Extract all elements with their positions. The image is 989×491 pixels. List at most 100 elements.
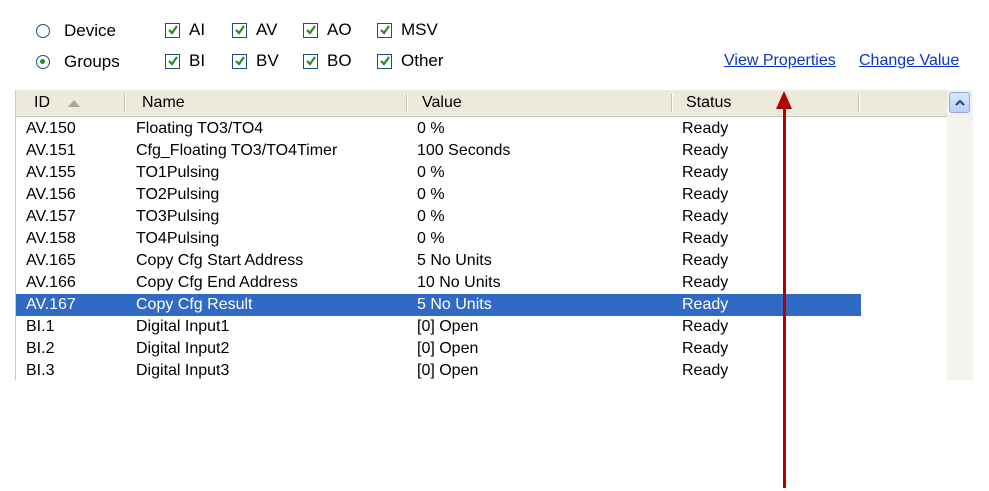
cell-name: TO3Pulsing bbox=[136, 208, 220, 225]
cell-status: Ready bbox=[682, 142, 729, 159]
column-header-status[interactable]: Status bbox=[682, 90, 856, 116]
cell-id: BI.2 bbox=[26, 340, 55, 357]
cell-value: [0] Open bbox=[417, 318, 479, 335]
cell-id: AV.157 bbox=[26, 208, 76, 225]
vertical-scrollbar[interactable] bbox=[947, 90, 973, 380]
chevron-up-icon bbox=[954, 99, 965, 106]
radio-groups[interactable]: Groups bbox=[36, 52, 120, 72]
cell-value: 100 Seconds bbox=[417, 142, 511, 159]
checkbox-bi[interactable]: BI bbox=[165, 51, 205, 71]
cell-name: Copy Cfg Start Address bbox=[136, 252, 304, 269]
cell-name: Copy Cfg Result bbox=[136, 296, 253, 313]
cell-status: Ready bbox=[682, 252, 729, 269]
annotation-arrow-head-icon bbox=[776, 91, 792, 109]
cell-name: Copy Cfg End Address bbox=[136, 274, 298, 291]
cell-status: Ready bbox=[682, 186, 729, 203]
column-label: ID bbox=[34, 94, 50, 111]
cell-status: Ready bbox=[682, 296, 729, 313]
checkbox-label: AO bbox=[327, 20, 352, 39]
checkbox-label: BO bbox=[327, 51, 352, 70]
table-row[interactable]: BI.1 Digital Input1 [0] Open Ready bbox=[16, 316, 947, 338]
table-row[interactable]: AV.156 TO2Pulsing 0 % Ready bbox=[16, 184, 947, 206]
cell-status: Ready bbox=[682, 230, 729, 247]
radio-label: Groups bbox=[64, 52, 120, 71]
radio-device[interactable]: Device bbox=[36, 21, 116, 41]
cell-id: AV.166 bbox=[26, 274, 76, 291]
cell-status: Ready bbox=[682, 164, 729, 181]
table-row[interactable]: AV.150 Floating TO3/TO4 0 % Ready bbox=[16, 118, 947, 140]
checkbox-ai[interactable]: AI bbox=[165, 20, 205, 40]
checkbox-bo[interactable]: BO bbox=[303, 51, 352, 71]
checkbox-other[interactable]: Other bbox=[377, 51, 444, 71]
cell-id: BI.3 bbox=[26, 362, 55, 379]
cell-id: AV.150 bbox=[26, 120, 76, 137]
table-row-selected[interactable]: AV.167 Copy Cfg Result 5 No Units Ready bbox=[16, 294, 861, 316]
table-row[interactable]: AV.151 Cfg_Floating TO3/TO4Timer 100 Secon… bbox=[16, 140, 947, 162]
cell-name: Digital Input2 bbox=[136, 340, 230, 357]
cell-status: Ready bbox=[682, 362, 729, 379]
cell-name: Digital Input3 bbox=[136, 362, 230, 379]
check-icon[interactable] bbox=[165, 22, 180, 38]
cell-id: AV.151 bbox=[26, 142, 76, 159]
column-divider[interactable] bbox=[406, 94, 407, 112]
checkbox-bv[interactable]: BV bbox=[232, 51, 279, 71]
cell-value: 0 % bbox=[417, 186, 445, 203]
column-divider[interactable] bbox=[671, 94, 672, 112]
cell-value: 0 % bbox=[417, 164, 445, 181]
table-row[interactable]: AV.155 TO1Pulsing 0 % Ready bbox=[16, 162, 947, 184]
checkbox-label: MSV bbox=[401, 20, 438, 39]
cell-name: TO2Pulsing bbox=[136, 186, 220, 203]
cell-value: 0 % bbox=[417, 230, 445, 247]
check-icon[interactable] bbox=[303, 22, 318, 38]
column-label: Status bbox=[686, 94, 732, 111]
cell-value: 0 % bbox=[417, 208, 445, 225]
cell-status: Ready bbox=[682, 120, 729, 137]
cell-name: Digital Input1 bbox=[136, 318, 230, 335]
list-rows: AV.150 Floating TO3/TO4 0 % Ready AV.151 Cfg… bbox=[16, 118, 947, 380]
checkbox-ao[interactable]: AO bbox=[303, 20, 352, 40]
scroll-up-button[interactable] bbox=[949, 92, 970, 113]
table-row[interactable]: AV.157 TO3Pulsing 0 % Ready bbox=[16, 206, 947, 228]
list-header: ID Name Value Status bbox=[16, 90, 947, 117]
object-list[interactable]: ID Name Value Status AV.150 Floating TO3/… bbox=[15, 90, 973, 380]
checkbox-msv[interactable]: MSV bbox=[377, 20, 438, 40]
check-icon[interactable] bbox=[165, 53, 180, 69]
cell-value: 5 No Units bbox=[417, 296, 492, 313]
checkbox-label: Other bbox=[401, 51, 444, 70]
check-icon[interactable] bbox=[377, 53, 392, 69]
radio-label: Device bbox=[64, 21, 116, 40]
column-divider[interactable] bbox=[124, 94, 125, 112]
column-header-name[interactable]: Name bbox=[138, 90, 412, 116]
table-row[interactable]: BI.2 Digital Input2 [0] Open Ready bbox=[16, 338, 947, 360]
checkbox-label: AV bbox=[256, 20, 278, 39]
cell-value: 5 No Units bbox=[417, 252, 492, 269]
column-label: Value bbox=[422, 94, 462, 111]
column-label: Name bbox=[142, 94, 185, 111]
cell-name: TO1Pulsing bbox=[136, 164, 220, 181]
checkbox-label: BI bbox=[189, 51, 206, 70]
cell-id: BI.1 bbox=[26, 318, 55, 335]
change-value-link[interactable]: Change Value bbox=[859, 52, 959, 70]
cell-status: Ready bbox=[682, 318, 729, 335]
check-icon[interactable] bbox=[232, 53, 247, 69]
annotation-arrow-line bbox=[783, 108, 786, 488]
cell-name: Floating TO3/TO4 bbox=[136, 120, 264, 137]
check-icon[interactable] bbox=[303, 53, 318, 69]
checkbox-av[interactable]: AV bbox=[232, 20, 277, 40]
radio-circle[interactable] bbox=[36, 55, 50, 69]
column-header-id[interactable]: ID bbox=[30, 90, 134, 116]
check-icon[interactable] bbox=[232, 22, 247, 38]
table-row[interactable]: AV.165 Copy Cfg Start Address 5 No Units Re… bbox=[16, 250, 947, 272]
check-icon[interactable] bbox=[377, 22, 392, 38]
cell-value: 0 % bbox=[417, 120, 445, 137]
table-row[interactable]: BI.3 Digital Input3 [0] Open Ready bbox=[16, 360, 947, 380]
view-properties-link[interactable]: View Properties bbox=[724, 52, 836, 70]
cell-id: AV.156 bbox=[26, 186, 76, 203]
checkbox-label: AI bbox=[189, 20, 206, 39]
cell-value: [0] Open bbox=[417, 362, 479, 379]
table-row[interactable]: AV.166 Copy Cfg End Address 10 No Units Rea… bbox=[16, 272, 947, 294]
table-row[interactable]: AV.158 TO4Pulsing 0 % Ready bbox=[16, 228, 947, 250]
radio-circle[interactable] bbox=[36, 24, 50, 38]
column-header-value[interactable]: Value bbox=[418, 90, 672, 116]
column-divider[interactable] bbox=[858, 94, 859, 112]
